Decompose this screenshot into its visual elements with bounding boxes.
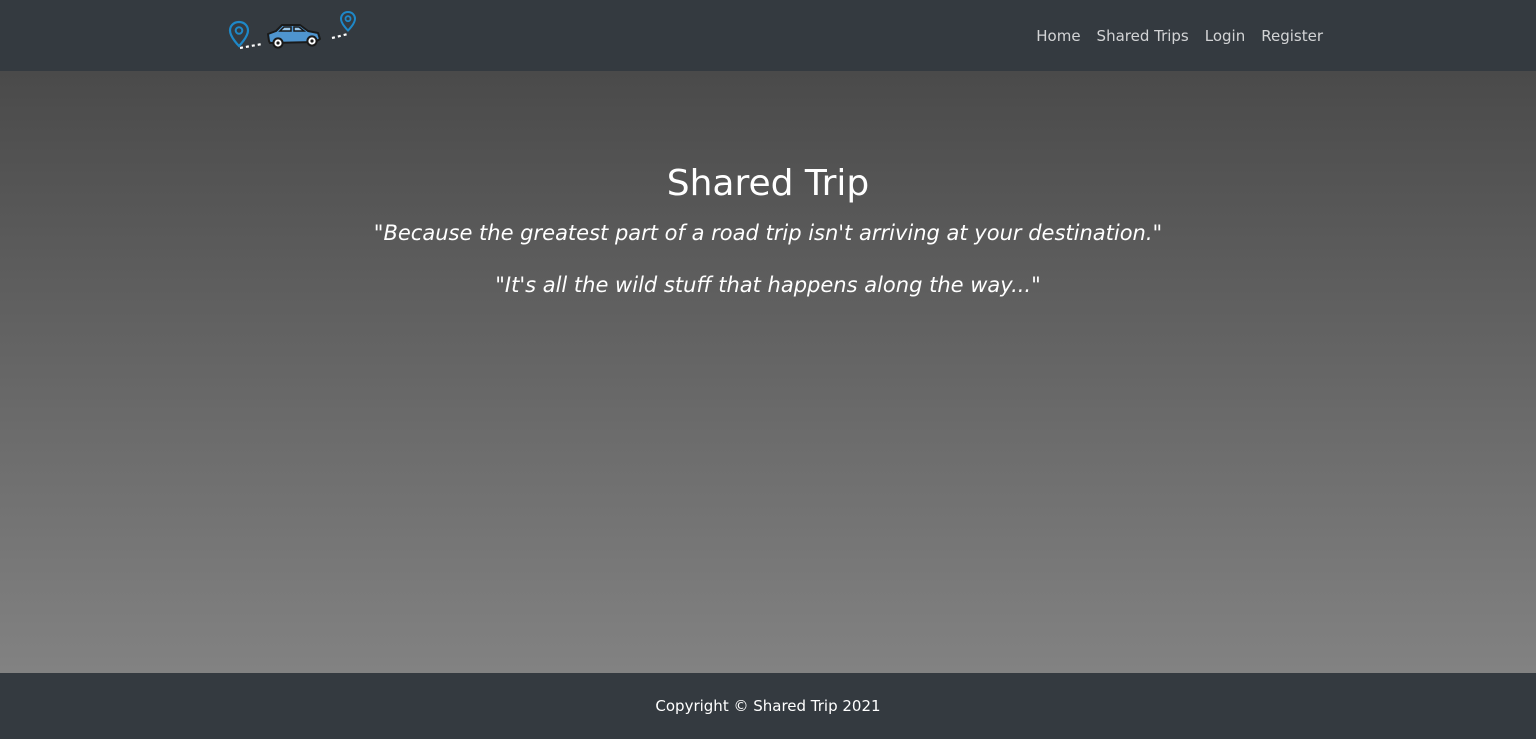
car-icon bbox=[267, 24, 321, 49]
nav-link-login[interactable]: Login bbox=[1197, 26, 1253, 46]
navbar: Home Shared Trips Login Register bbox=[0, 0, 1536, 71]
nav-link-register[interactable]: Register bbox=[1253, 26, 1323, 46]
location-pin-icon bbox=[228, 20, 250, 48]
location-pin-icon bbox=[339, 10, 357, 32]
nav-link-home[interactable]: Home bbox=[1028, 26, 1088, 46]
page-title: Shared Trip bbox=[666, 163, 870, 204]
copyright-text: Copyright © Shared Trip 2021 bbox=[655, 697, 881, 715]
hero-quote-2: "It's all the wild stuff that happens al… bbox=[495, 273, 1041, 297]
hero-quote-1: "Because the greatest part of a road tri… bbox=[373, 221, 1163, 245]
footer: Copyright © Shared Trip 2021 bbox=[0, 673, 1536, 739]
hero-section: Shared Trip "Because the greatest part o… bbox=[0, 71, 1536, 673]
nav-link-shared-trips[interactable]: Shared Trips bbox=[1089, 26, 1197, 46]
nav-menu: Home Shared Trips Login Register bbox=[1028, 0, 1323, 71]
logo-icon[interactable] bbox=[228, 10, 358, 54]
